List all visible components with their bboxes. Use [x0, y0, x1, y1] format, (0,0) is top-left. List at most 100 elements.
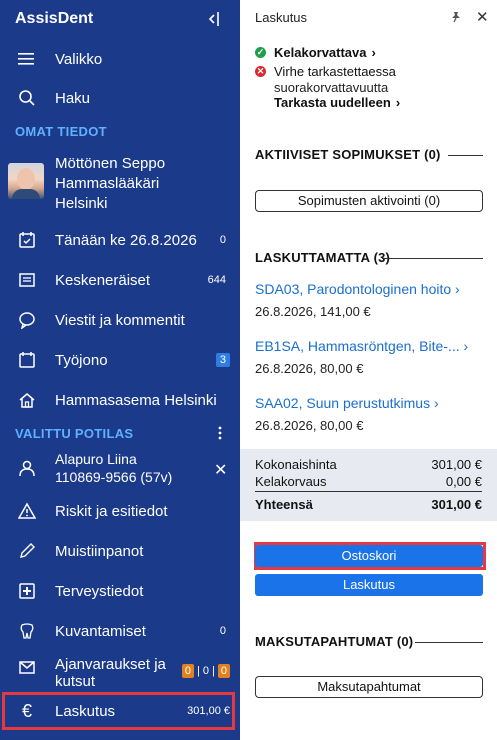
search-button[interactable]: Haku: [0, 87, 240, 109]
patient-id: 110869-9566 (57v): [55, 469, 173, 485]
recheck-link[interactable]: Tarkasta uudelleen ›: [274, 95, 400, 110]
sidebar-item-messages[interactable]: Viestit ja kommentit: [0, 309, 240, 331]
clinic-label: Hammasasema Helsinki: [55, 391, 217, 409]
section-selected-patient: VALITTU POTILAS: [15, 426, 134, 441]
divider: [382, 258, 483, 259]
sidebar-item-imaging[interactable]: Kuvantamiset 0: [0, 620, 240, 642]
sidebar-item-risks[interactable]: Riskit ja esitiedot: [0, 500, 240, 522]
kela-value: 0,00 €: [445, 474, 482, 489]
plus-box-icon: [17, 581, 37, 601]
imaging-count: 0: [219, 625, 226, 637]
avatar: [8, 163, 44, 199]
chevron-right-icon: ›: [371, 45, 376, 60]
status-ok[interactable]: ✓ Kelakorvattava ›: [255, 45, 376, 60]
unfinished-count: 644: [207, 274, 226, 286]
risks-label: Riskit ja esitiedot: [55, 502, 168, 520]
sidebar: AssisDent Valikko Haku OMAT TIEDOT Möttö…: [0, 0, 240, 740]
sidebar-item-billing[interactable]: € Laskutus 301,00 €: [0, 700, 240, 722]
chat-icon: [17, 310, 37, 330]
search-icon: [17, 88, 37, 108]
sidebar-item-health[interactable]: Terveystiedot: [0, 580, 240, 602]
activate-agreements-button[interactable]: Sopimusten aktivointi (0): [255, 190, 483, 212]
cart-button[interactable]: Ostoskori: [255, 545, 483, 567]
appointments-badge-2: 0: [202, 665, 210, 677]
app-brand: AssisDent: [15, 10, 94, 27]
sum-label: Yhteensä: [255, 497, 313, 512]
unbilled-item-1-details: 26.8.2026, 141,00 €: [255, 304, 371, 319]
unbilled-header: LASKUTTAMATTA (3): [255, 250, 391, 265]
payments-button[interactable]: Maksutapahtumat: [255, 676, 483, 698]
billing-label: Laskutus: [55, 702, 116, 720]
workqueue-label: Työjono: [55, 351, 108, 369]
section-own-info: OMAT TIEDOT: [15, 124, 107, 139]
profile-city: Helsinki: [55, 195, 108, 212]
sidebar-item-workqueue[interactable]: Työjono 3: [0, 349, 240, 371]
chevron-right-icon: ›: [434, 395, 439, 411]
hamburger-icon: [17, 49, 37, 69]
notes-label: Muistiinpanot: [55, 542, 144, 560]
status-error-line-1: Virhe tarkastettaessa: [274, 64, 396, 79]
total-price-row: Kokonaishinta 301,00 €: [255, 457, 482, 472]
sidebar-item-unfinished[interactable]: Keskeneräiset 644: [0, 269, 240, 291]
unbilled-item-1[interactable]: SDA03, Parodontologinen hoito ›: [255, 281, 460, 297]
payments-header: MAKSUTAPAHTUMAT (0): [255, 634, 414, 649]
unfinished-label: Keskeneräiset: [55, 271, 151, 289]
health-label: Terveystiedot: [55, 582, 144, 600]
close-patient-icon[interactable]: ✕: [214, 460, 227, 480]
today-label: Tänään ke 26.8.2026: [55, 231, 197, 249]
menu-button[interactable]: Valikko: [0, 48, 240, 70]
appointments-badge-1: 0: [181, 664, 195, 678]
profile-name[interactable]: Möttönen Seppo: [55, 155, 165, 172]
status-error: ✕ Virhe tarkastettaessa: [255, 64, 396, 79]
mail-icon: [17, 657, 37, 677]
unbilled-item-3-details: 26.8.2026, 80,00 €: [255, 418, 364, 433]
messages-label: Viestit ja kommentit: [55, 311, 185, 329]
euro-icon: €: [21, 700, 32, 721]
error-icon: ✕: [255, 66, 266, 77]
total-price-value: 301,00 €: [431, 457, 482, 472]
check-icon: ✓: [255, 47, 266, 58]
menu-label: Valikko: [55, 50, 103, 68]
recheck-label: Tarkasta uudelleen: [274, 95, 391, 110]
patient-name: Alapuro Liina: [55, 451, 137, 467]
chevron-right-icon: ›: [463, 338, 469, 354]
status-error-line-2: suorakorvattavuutta: [274, 80, 389, 95]
sidebar-item-clinic[interactable]: Hammasasema Helsinki: [0, 389, 240, 411]
appointments-label: Ajanvaraukset ja: [55, 656, 166, 673]
active-agreements-header: AKTIIVISET SOPIMUKSET (0): [255, 147, 441, 162]
kela-row: Kelakorvaus 0,00 €: [255, 474, 482, 489]
user-icon: [17, 458, 37, 478]
sum-value: 301,00 €: [431, 497, 482, 512]
pencil-icon: [17, 541, 37, 561]
appointment-badges: 0 | 0 | 0: [181, 664, 230, 678]
sum-row: Yhteensä 301,00 €: [255, 497, 482, 512]
profile-role: Hammaslääkäri: [55, 175, 160, 192]
close-panel-icon[interactable]: ✕: [476, 8, 489, 26]
billing-panel: Laskutus ✕ ✓ Kelakorvattava › ✕ Virhe ta…: [240, 0, 497, 740]
chevron-right-icon: ›: [455, 281, 460, 297]
status-ok-label: Kelakorvattava: [274, 45, 367, 60]
divider: [448, 155, 483, 156]
sidebar-item-notes[interactable]: Muistiinpanot: [0, 540, 240, 562]
imaging-label: Kuvantamiset: [55, 622, 146, 640]
more-options-icon[interactable]: [216, 425, 224, 441]
collapse-sidebar-icon[interactable]: [206, 10, 220, 28]
calendar-icon: [17, 350, 37, 370]
tooth-icon: [17, 621, 37, 641]
pin-icon[interactable]: [450, 11, 462, 23]
calendar-icon: [17, 230, 37, 250]
totals-divider: [255, 491, 482, 492]
billing-amount: 301,00 €: [187, 705, 230, 717]
unbilled-item-2[interactable]: EB1SA, Hammasröntgen, Bite-... ›: [255, 338, 468, 354]
document-icon: [17, 270, 37, 290]
unbilled-item-3[interactable]: SAA02, Suun perustutkimus ›: [255, 395, 439, 411]
panel-title: Laskutus: [255, 10, 308, 25]
chevron-right-icon: ›: [395, 95, 401, 110]
sidebar-item-today[interactable]: Tänään ke 26.8.2026 0: [0, 229, 240, 251]
billing-button[interactable]: Laskutus: [255, 574, 483, 596]
total-price-label: Kokonaishinta: [255, 457, 337, 472]
warning-icon: [17, 501, 37, 521]
kela-label: Kelakorvaus: [255, 474, 327, 489]
workqueue-badge: 3: [215, 353, 230, 367]
unbilled-item-2-details: 26.8.2026, 80,00 €: [255, 361, 364, 376]
